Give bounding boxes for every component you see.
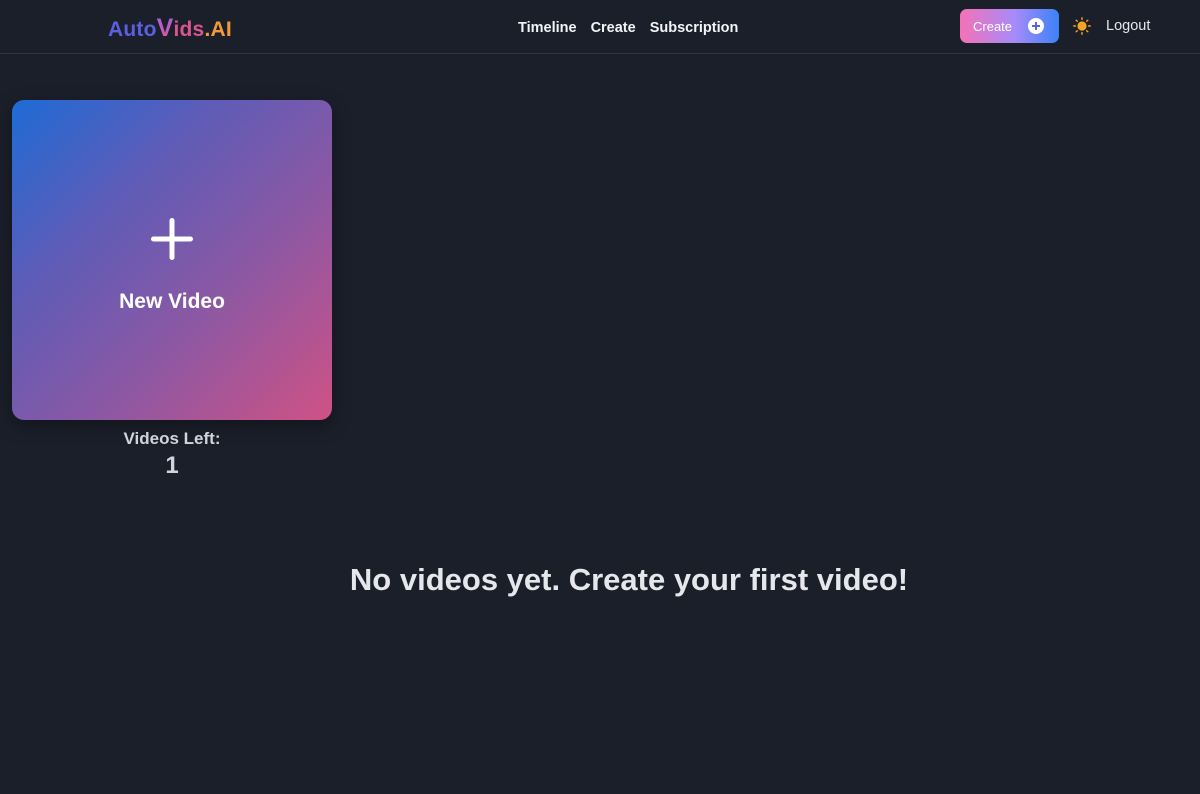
create-button[interactable]: Create xyxy=(960,9,1059,43)
logo-part-ai: .AI xyxy=(204,18,232,41)
nav-create[interactable]: Create xyxy=(591,20,636,36)
nav-subscription[interactable]: Subscription xyxy=(650,20,739,36)
videos-left-label: Videos Left: xyxy=(123,429,221,448)
plus-circle-icon xyxy=(1028,18,1044,34)
main-nav: Timeline Create Subscription xyxy=(518,20,738,36)
empty-state-message: No videos yet. Create your first video! xyxy=(349,562,909,597)
logout-link[interactable]: Logout xyxy=(1106,18,1150,34)
top-header: AutoVids.AI Timeline Create Subscription… xyxy=(0,0,1200,54)
logo-part-v: V xyxy=(156,14,174,42)
nav-timeline[interactable]: Timeline xyxy=(518,20,577,36)
new-video-label: New Video xyxy=(119,290,225,313)
logo-part-auto: Auto xyxy=(108,18,157,41)
logo[interactable]: AutoVids.AI xyxy=(108,14,232,43)
plus-icon xyxy=(150,217,194,261)
sun-icon[interactable] xyxy=(1073,17,1091,35)
videos-left-count: 1 xyxy=(165,452,179,479)
create-button-label: Create xyxy=(973,18,1013,34)
logo-part-ids: ids xyxy=(173,18,205,41)
